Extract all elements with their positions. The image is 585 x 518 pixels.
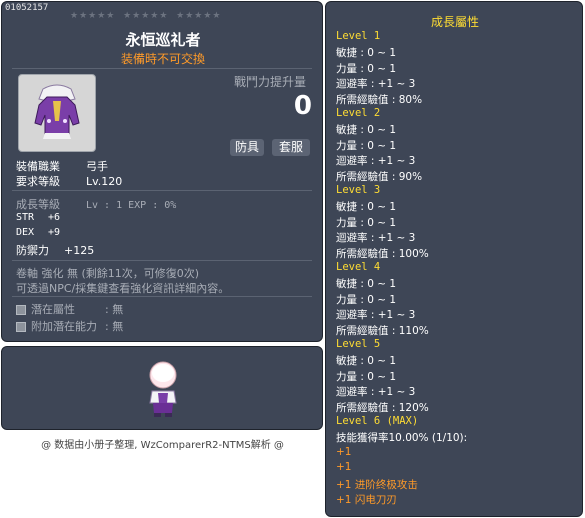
growth-level-line: 迴避率 : +1 ~ 3 — [336, 155, 416, 168]
potential-row: 潛在屬性 : 無 — [16, 301, 123, 317]
trade-note: 装備時不可交換 — [120, 52, 205, 66]
star-force-stars: ★★★★★ ★★★★★ ★★★★★ — [70, 11, 222, 21]
divider — [12, 260, 312, 261]
upgrade-info-line: 可透過NPC/採集鍵查看強化資訊詳細內容。 — [16, 282, 230, 295]
item-name: 永恒巡礼者 — [125, 31, 201, 49]
job-value: 弓手 — [86, 160, 108, 173]
item-icon-frame — [18, 74, 96, 152]
growth-value: Lv : 1 EXP : 0% — [86, 200, 177, 211]
growth-level-line: 所需經驗值 : 90% — [336, 170, 423, 183]
growth-level-title: Level 1 — [336, 30, 381, 42]
overall-armor-icon — [34, 84, 80, 139]
power-value: 0 — [293, 91, 312, 121]
growth-row: 成長等級 Lv : 1 EXP : 0% — [16, 196, 176, 212]
growth-level-line: 所需經驗值 : 120% — [336, 401, 429, 414]
skill-bonus-line: +1 — [336, 461, 352, 474]
growth-level-line: 敏捷 : 0 ~ 1 — [336, 201, 397, 214]
growth-level-line: 迴避率 : +1 ~ 3 — [336, 309, 416, 322]
growth-level-title: Level 3 — [336, 184, 381, 196]
potential-label: 潛在屬性 — [31, 303, 75, 316]
skill-bonus-line: +1 进阶终极攻击 — [336, 478, 418, 491]
defense-value: +125 — [64, 244, 95, 257]
scroll-upgrade-line: 卷軸 強化 無 (剩餘11次，可修復0次) — [16, 267, 200, 280]
growth-level-line: 敏捷 : 0 ~ 1 — [336, 278, 397, 291]
growth-level-line: 所需經驗值 : 110% — [336, 324, 429, 337]
growth-level-line: 所需經驗值 : 80% — [336, 93, 423, 106]
growth-title: 成長屬性 — [430, 15, 479, 29]
skill-bonus-line: +1 闪电刀刃 — [336, 494, 397, 506]
growth-level-line: 所需經驗值 : 100% — [336, 247, 429, 260]
growth-level-line: 迴避率 : +1 ~ 3 — [336, 386, 416, 399]
growth-level-title: Level 4 — [336, 261, 381, 273]
level-row: 要求等級 Lv.120 — [16, 173, 122, 189]
level-value: Lv.120 — [86, 175, 123, 188]
growth-level-title: Level 5 — [336, 338, 381, 350]
growth-level-line: 力量 : 0 ~ 1 — [336, 216, 397, 229]
stat-dex: DEX +9 — [16, 227, 60, 238]
tag-set: 套服 — [272, 139, 310, 156]
stat-value: +6 — [48, 212, 61, 223]
growth-level-line: 敏捷 : 0 ~ 1 — [336, 47, 397, 60]
defense-label: 防禦力 — [16, 244, 49, 257]
growth-max-title: Level 6 (MAX) — [336, 415, 419, 427]
stat-label: STR — [16, 212, 35, 223]
skill-rate-line: 技能獲得率10.00% (1/10): — [336, 432, 468, 445]
data-source-footer: @ 数据由小册子整理, WzComparerR2-NTMS解析 @ — [41, 440, 284, 451]
potential-square-icon — [16, 305, 26, 315]
item-tooltip-panel: 01052157 ★★★★★ ★★★★★ ★★★★★ 永恒巡礼者 装備時不可交換… — [1, 1, 323, 342]
level-label: 要求等級 — [16, 175, 60, 188]
job-row: 裝備職業 弓手 — [16, 158, 108, 174]
growth-level-line: 力量 : 0 ~ 1 — [336, 62, 397, 75]
divider — [12, 190, 312, 191]
growth-attributes-panel: 成長屬性 Level 1 敏捷 : 0 ~ 1 力量 : 0 ~ 1 迴避率 : +1… — [325, 1, 583, 517]
item-id: 01052157 — [5, 3, 49, 13]
divider — [12, 296, 312, 297]
growth-level-line: 力量 : 0 ~ 1 — [336, 370, 397, 383]
growth-level-line: 迴避率 : +1 ~ 3 — [336, 232, 416, 245]
character-preview-panel — [1, 346, 323, 430]
power-label: 戰鬥力提升量 — [234, 75, 307, 89]
potential-value: : 無 — [105, 303, 124, 316]
defense-row: 防禦力 +125 — [16, 242, 94, 258]
stat-value: +9 — [48, 227, 61, 238]
growth-label: 成長等級 — [16, 198, 60, 211]
tag-armor: 防具 — [230, 139, 264, 156]
growth-level-line: 迴避率 : +1 ~ 3 — [336, 78, 416, 91]
growth-level-line: 敏捷 : 0 ~ 1 — [336, 124, 397, 137]
growth-level-title: Level 2 — [336, 107, 381, 119]
stat-str: STR +6 — [16, 212, 60, 223]
growth-level-line: 力量 : 0 ~ 1 — [336, 139, 397, 152]
job-label: 裝備職業 — [16, 160, 60, 173]
potential-square-icon — [16, 322, 26, 332]
skill-bonus-line: +1 — [336, 445, 352, 458]
growth-level-line: 力量 : 0 ~ 1 — [336, 293, 397, 306]
bonus-potential-value: : 無 — [105, 320, 124, 333]
character-preview-icon — [149, 361, 177, 417]
bonus-potential-label: 附加潛在能力 — [31, 320, 97, 333]
growth-level-line: 敏捷 : 0 ~ 1 — [336, 355, 397, 368]
divider — [12, 68, 312, 69]
bonus-potential-row: 附加潛在能力 : 無 — [16, 318, 123, 334]
stat-label: DEX — [16, 227, 35, 238]
